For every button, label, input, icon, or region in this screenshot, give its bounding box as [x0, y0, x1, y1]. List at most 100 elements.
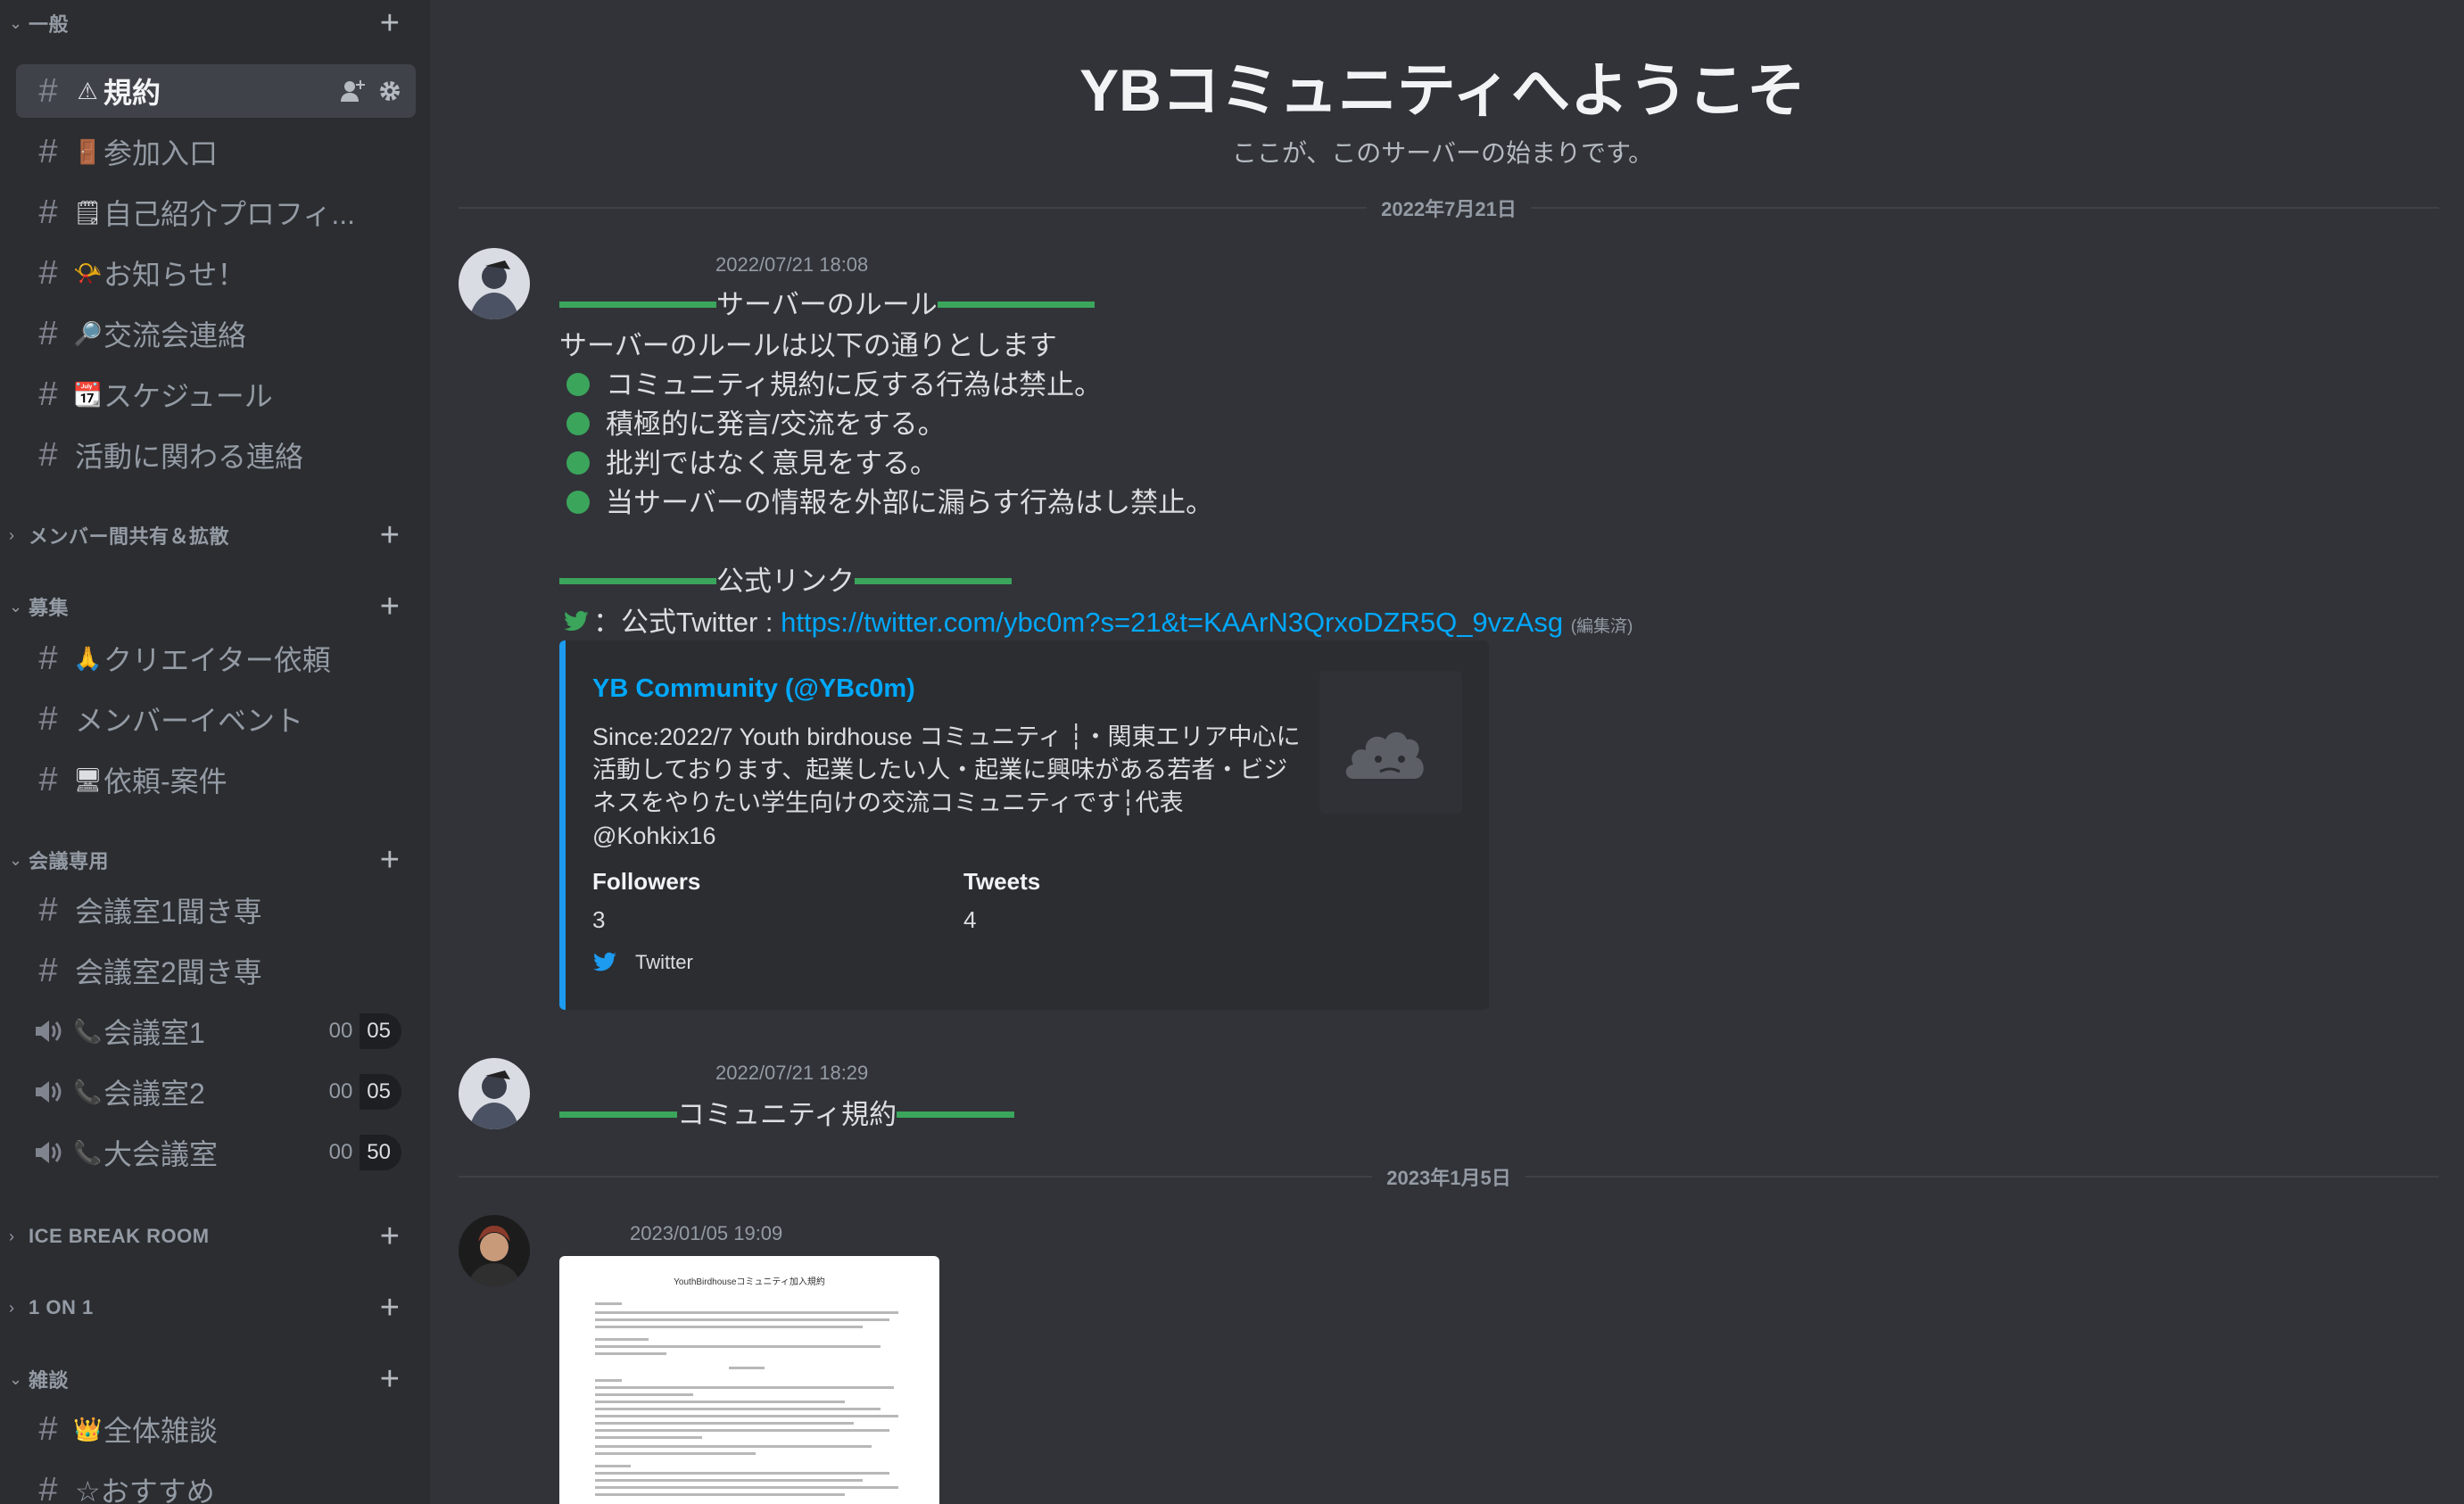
- speaker-icon: [30, 1079, 66, 1104]
- create-channel-icon[interactable]: +: [380, 1219, 400, 1253]
- document-line: [595, 1465, 631, 1467]
- channel-join-entrance[interactable]: # 🚪 参加入口: [16, 125, 416, 178]
- phone-emoji-icon: 📞: [73, 1017, 103, 1045]
- channel-name: 会議室2聞き専: [75, 956, 262, 988]
- message-timestamp: 2023/01/05 19:09: [630, 1222, 783, 1244]
- user-limit: 05: [360, 1074, 401, 1110]
- voice-channel-room2[interactable]: 📞 会議室2 00 05: [16, 1065, 416, 1119]
- locked-text-channel-icon: #: [38, 1410, 58, 1448]
- channel-activity-contact[interactable]: # 活動に関わる連絡: [16, 428, 416, 482]
- channel-exchange-contact[interactable]: # 🔎 交流会連絡: [16, 307, 416, 360]
- avatar[interactable]: [459, 1058, 530, 1129]
- poop-avatar-icon: [1345, 731, 1424, 779]
- chevron-down-icon: ⌄: [9, 851, 23, 869]
- rule-text: 当サーバーの情報を外部に漏らす行為はし禁止。: [606, 487, 1214, 518]
- speaker-icon: [30, 1140, 66, 1165]
- bird-icon: [564, 610, 589, 631]
- avatar[interactable]: [459, 248, 530, 319]
- channel-creator-request[interactable]: # 🙏 クリエイター依頼: [16, 632, 416, 685]
- category-member-share[interactable]: › メンバー間共有＆拡散 +: [0, 516, 430, 555]
- voice-channel-large-room[interactable]: 📞 大会議室 00 50: [16, 1126, 416, 1179]
- channel-schedule[interactable]: # 📆 スケジュール: [16, 368, 416, 421]
- channel-recommended[interactable]: # ☆おすすめ: [16, 1463, 416, 1504]
- channel-general-chat[interactable]: # 👑 全体雑談: [16, 1402, 416, 1456]
- rule-text: 積極的に発言/交流をする。: [606, 409, 946, 440]
- channel-announcements[interactable]: # 📯 お知らせ！: [16, 246, 416, 300]
- channel-name: 会議室1聞き専: [75, 896, 262, 928]
- create-channel-icon[interactable]: +: [380, 518, 400, 552]
- twitter-url-link[interactable]: https://twitter.com/ybc0m?s=21&t=KAArN3Q…: [781, 607, 1563, 638]
- voice-channel-room1[interactable]: 📞 会議室1 00 05: [16, 1004, 416, 1058]
- channel-member-event[interactable]: # メンバーイベント: [16, 692, 416, 746]
- green-rule-line: [559, 578, 716, 585]
- document-title: YouthBirdhouseコミュニティ加入規約: [674, 1277, 825, 1287]
- twitter-prefix: ：公式Twitter :: [593, 607, 781, 638]
- user-limit: 50: [360, 1135, 401, 1170]
- document-image-attachment[interactable]: YouthBirdhouseコミュニティ加入規約: [559, 1256, 939, 1504]
- text-channel-icon: #: [38, 254, 58, 292]
- green-circle-icon: [566, 411, 590, 435]
- document-line: [595, 1401, 845, 1403]
- channel-self-intro[interactable]: # 🗒 自己紹介プロフィ...: [16, 186, 416, 239]
- document-line: [595, 1429, 889, 1432]
- text-channel-icon: #: [38, 436, 58, 474]
- user-limit-badge: 00 05: [318, 1074, 401, 1110]
- create-channel-icon[interactable]: +: [380, 1362, 400, 1396]
- rules-intro: サーバーのルールは以下の通りとします: [559, 330, 1057, 361]
- discord-app: ⌄ 一般 + # ⚠ 規約 # 🚪 参加入口 # 🗒 自己紹介プロフィ... #…: [0, 0, 2464, 1504]
- user-count: 00: [318, 1135, 360, 1170]
- text-channel-icon: #: [38, 761, 58, 798]
- welcome-title: YBコミュニティへようこそ: [1079, 57, 1806, 123]
- date-divider: 2022年7月21日: [459, 194, 2439, 222]
- channel-meeting-room2-listen[interactable]: # 会議室2聞き専: [16, 944, 416, 997]
- channel-name: ☆おすすめ: [75, 1475, 215, 1504]
- channel-meeting-room1-listen[interactable]: # 会議室1聞き専: [16, 883, 416, 937]
- document-line: [595, 1393, 693, 1396]
- channel-request-project[interactable]: # 🖥 依頼-案件: [16, 753, 416, 806]
- chevron-right-icon: ›: [9, 1299, 14, 1317]
- embed-author-link[interactable]: YB Community (@YBc0m): [592, 674, 915, 704]
- create-channel-icon[interactable]: +: [380, 843, 400, 877]
- rule-item: 当サーバーの情報を外部に漏らす行為はし禁止。: [559, 480, 1213, 520]
- invite-member-icon[interactable]: [341, 79, 366, 103]
- user-limit-badge: 00 50: [318, 1135, 401, 1170]
- channel-name: 全体雑談: [103, 1415, 219, 1447]
- rule-item: コミュニティ規約に反する行為は禁止。: [559, 362, 1102, 402]
- green-circle-icon: [566, 490, 590, 514]
- category-ice-break[interactable]: › ICE BREAK ROOM +: [0, 1217, 430, 1256]
- text-channel-icon: #: [38, 891, 58, 929]
- document-line: [595, 1379, 622, 1382]
- category-one-on-one[interactable]: › 1 ON 1 +: [0, 1288, 430, 1327]
- magnifier-emoji-icon: 🔎: [73, 319, 103, 347]
- channel-name: 大会議室: [103, 1138, 219, 1170]
- edited-label: (編集済): [1570, 617, 1633, 636]
- create-channel-icon[interactable]: +: [380, 590, 400, 624]
- gear-icon[interactable]: [378, 79, 401, 103]
- channel-name: 規約: [103, 77, 161, 109]
- category-chat[interactable]: ⌄ 雑談 +: [0, 1359, 430, 1399]
- channel-name: お知らせ！: [103, 259, 246, 291]
- document-line: [595, 1302, 622, 1305]
- embed-field-followers: Followers 3: [592, 868, 700, 934]
- embed-footer-text: Twitter: [635, 951, 693, 973]
- avatar[interactable]: [459, 1215, 530, 1286]
- welcome-subtitle: ここが、このサーバーの始まりです。: [1231, 139, 1654, 167]
- text-channel-icon: #: [38, 952, 58, 989]
- rule-text: コミュニティ規約に反する行為は禁止。: [606, 369, 1103, 401]
- crown-emoji-icon: 👑: [73, 1415, 103, 1442]
- category-label: メンバー間共有＆拡散: [29, 525, 230, 548]
- field-name: Tweets: [963, 868, 1041, 895]
- category-recruit[interactable]: ⌄ 募集 +: [0, 587, 430, 626]
- category-meeting[interactable]: ⌄ 会議専用 +: [0, 840, 430, 880]
- create-channel-icon[interactable]: +: [380, 1291, 400, 1325]
- channel-rules[interactable]: # ⚠ 規約: [16, 64, 416, 118]
- embed-description: Since:2022/7 Youth birdhouse コミュニティ ┆・関東…: [592, 723, 1301, 849]
- document-line: [595, 1386, 894, 1389]
- category-general[interactable]: ⌄ 一般 +: [0, 4, 430, 43]
- category-label: 募集: [29, 597, 70, 619]
- create-channel-icon[interactable]: +: [380, 6, 400, 40]
- rule-item: 積極的に発言/交流をする。: [559, 401, 946, 442]
- green-rule-line: [855, 578, 1012, 585]
- embed-thumbnail[interactable]: [1319, 671, 1462, 814]
- document-line: [595, 1345, 881, 1348]
